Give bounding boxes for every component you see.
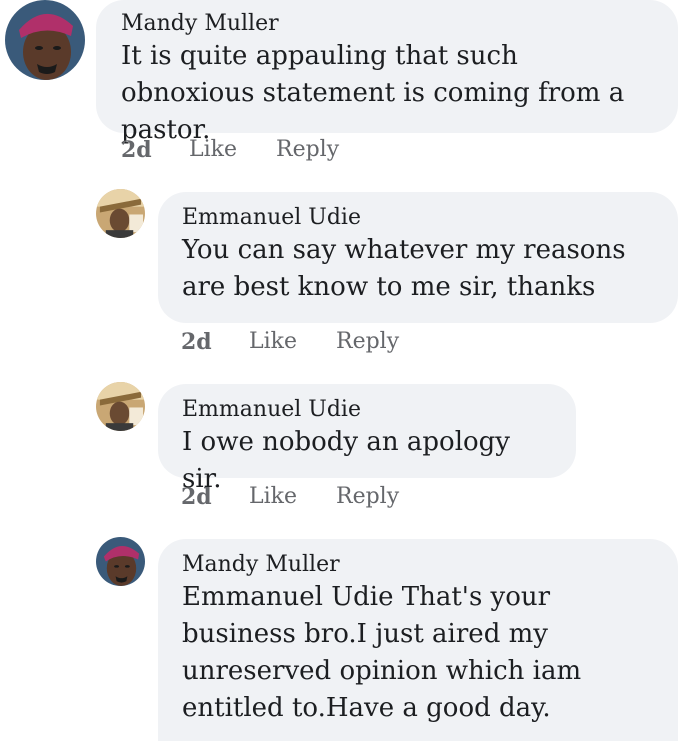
like-button[interactable]: Like (249, 484, 297, 509)
comment-author[interactable]: Emmanuel Udie (182, 396, 554, 424)
comment-text: You can say whatever my reasons are best… (182, 235, 626, 302)
like-button[interactable]: Like (189, 137, 237, 162)
comment-timestamp[interactable]: 2d (181, 329, 212, 355)
comment-author[interactable]: Mandy Muller (121, 10, 654, 38)
user-avatar-icon (96, 382, 145, 431)
comment-bubble: Mandy Muller Emmanuel Udie That's your b… (158, 539, 678, 741)
reply-button[interactable]: Reply (336, 329, 399, 354)
user-avatar-icon (96, 537, 145, 586)
comment-author[interactable]: Emmanuel Udie (182, 204, 656, 232)
comment-bubble: Emmanuel Udie You can say whatever my re… (158, 192, 678, 323)
user-avatar-icon (5, 0, 85, 80)
comment-timestamp[interactable]: 2d (121, 137, 152, 163)
comment-text: Emmanuel Udie That's your business bro.I… (182, 582, 582, 723)
avatar[interactable] (96, 189, 145, 238)
like-button[interactable]: Like (249, 329, 297, 354)
reply-button[interactable]: Reply (276, 137, 339, 162)
avatar[interactable] (96, 537, 145, 586)
comment-text: It is quite appauling that such obnoxiou… (121, 41, 625, 145)
comment-bubble: Emmanuel Udie I owe nobody an apology si… (158, 384, 576, 494)
avatar[interactable] (96, 382, 145, 431)
comment-timestamp[interactable]: 2d (181, 484, 212, 510)
reply-button[interactable]: Reply (336, 484, 399, 509)
comment-bubble: Mandy Muller It is quite appauling that … (96, 0, 678, 145)
comment-author[interactable]: Mandy Muller (182, 551, 656, 579)
user-avatar-icon (96, 189, 145, 238)
avatar[interactable] (5, 0, 85, 80)
